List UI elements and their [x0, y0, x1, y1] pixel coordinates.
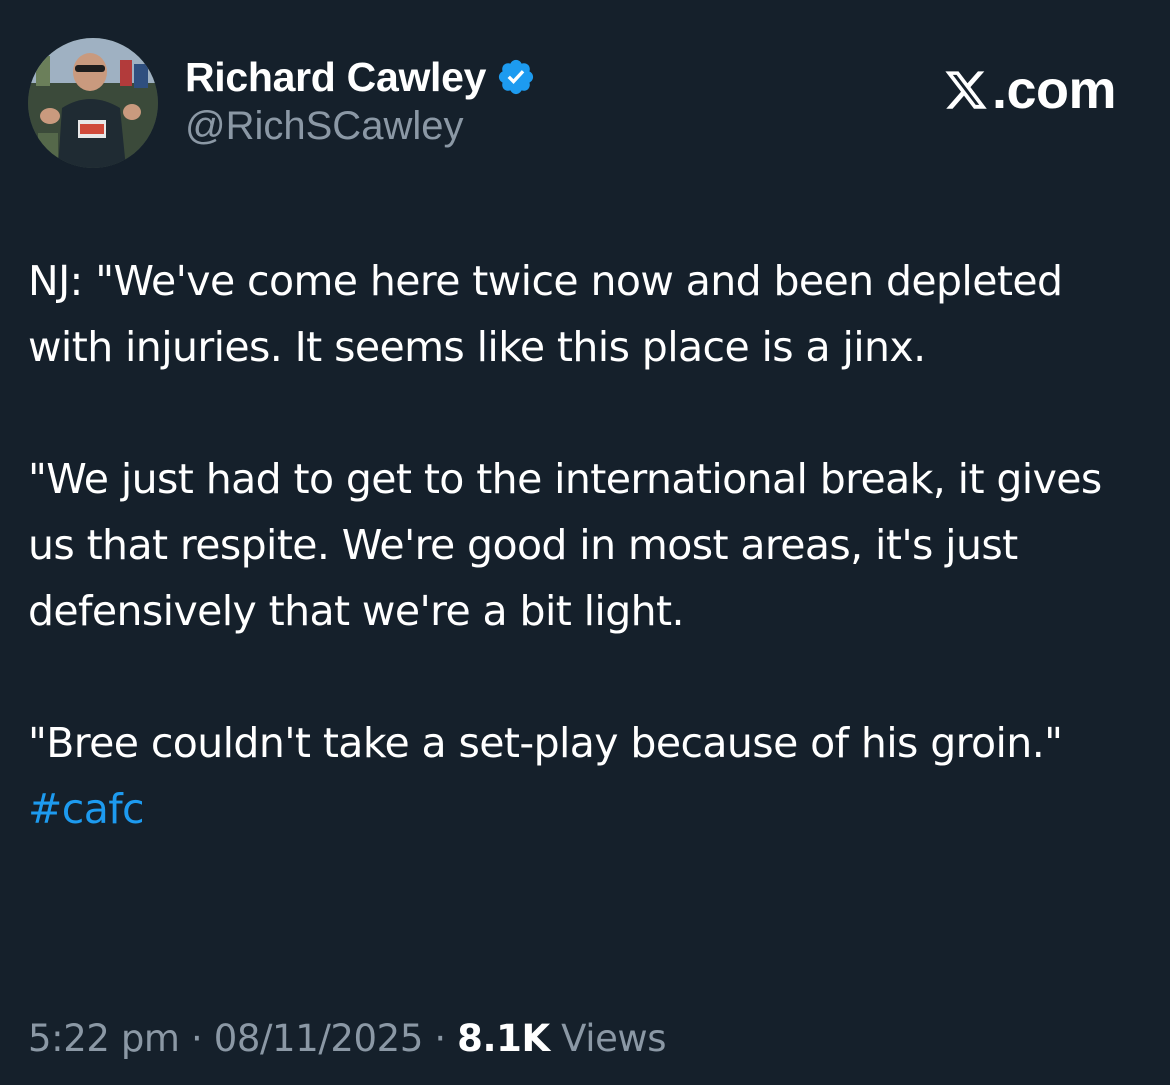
author-display-name[interactable]: Richard Cawley — [185, 54, 486, 101]
hashtag-link[interactable]: #cafc — [28, 785, 145, 833]
meta-separator: · — [434, 1017, 446, 1060]
profile-photo-icon — [28, 38, 158, 168]
brand-domain-text: .com — [991, 60, 1117, 120]
meta-separator: · — [190, 1017, 203, 1060]
tweet-paragraph-text: "Bree couldn't take a set-play because o… — [28, 719, 1063, 767]
tweet-header: Richard Cawley @RichSCawley .com — [28, 38, 1138, 168]
tweet-meta: 5:22 pm · 08/11/2025 · 8.1K Views — [28, 1017, 667, 1060]
author-block: Richard Cawley @RichSCawley — [185, 52, 536, 149]
x-logo-icon — [943, 67, 989, 113]
tweet-text: NJ: "We've come here twice now and been … — [28, 248, 1148, 842]
verified-badge-icon[interactable] — [496, 57, 536, 97]
tweet-paragraph: "Bree couldn't take a set-play because o… — [28, 710, 1148, 842]
tweet-date[interactable]: 08/11/2025 — [214, 1017, 424, 1060]
brand-watermark: .com — [943, 60, 1117, 120]
tweet-paragraph: "We just had to get to the international… — [28, 455, 1102, 635]
author-handle[interactable]: @RichSCawley — [185, 104, 536, 149]
tweet-paragraph: NJ: "We've come here twice now and been … — [28, 257, 1063, 371]
views-count: 8.1K — [457, 1017, 550, 1060]
views-label: Views — [561, 1017, 667, 1060]
avatar[interactable] — [28, 38, 158, 168]
display-name-row: Richard Cawley — [185, 52, 536, 102]
tweet-time[interactable]: 5:22 pm — [28, 1017, 180, 1060]
